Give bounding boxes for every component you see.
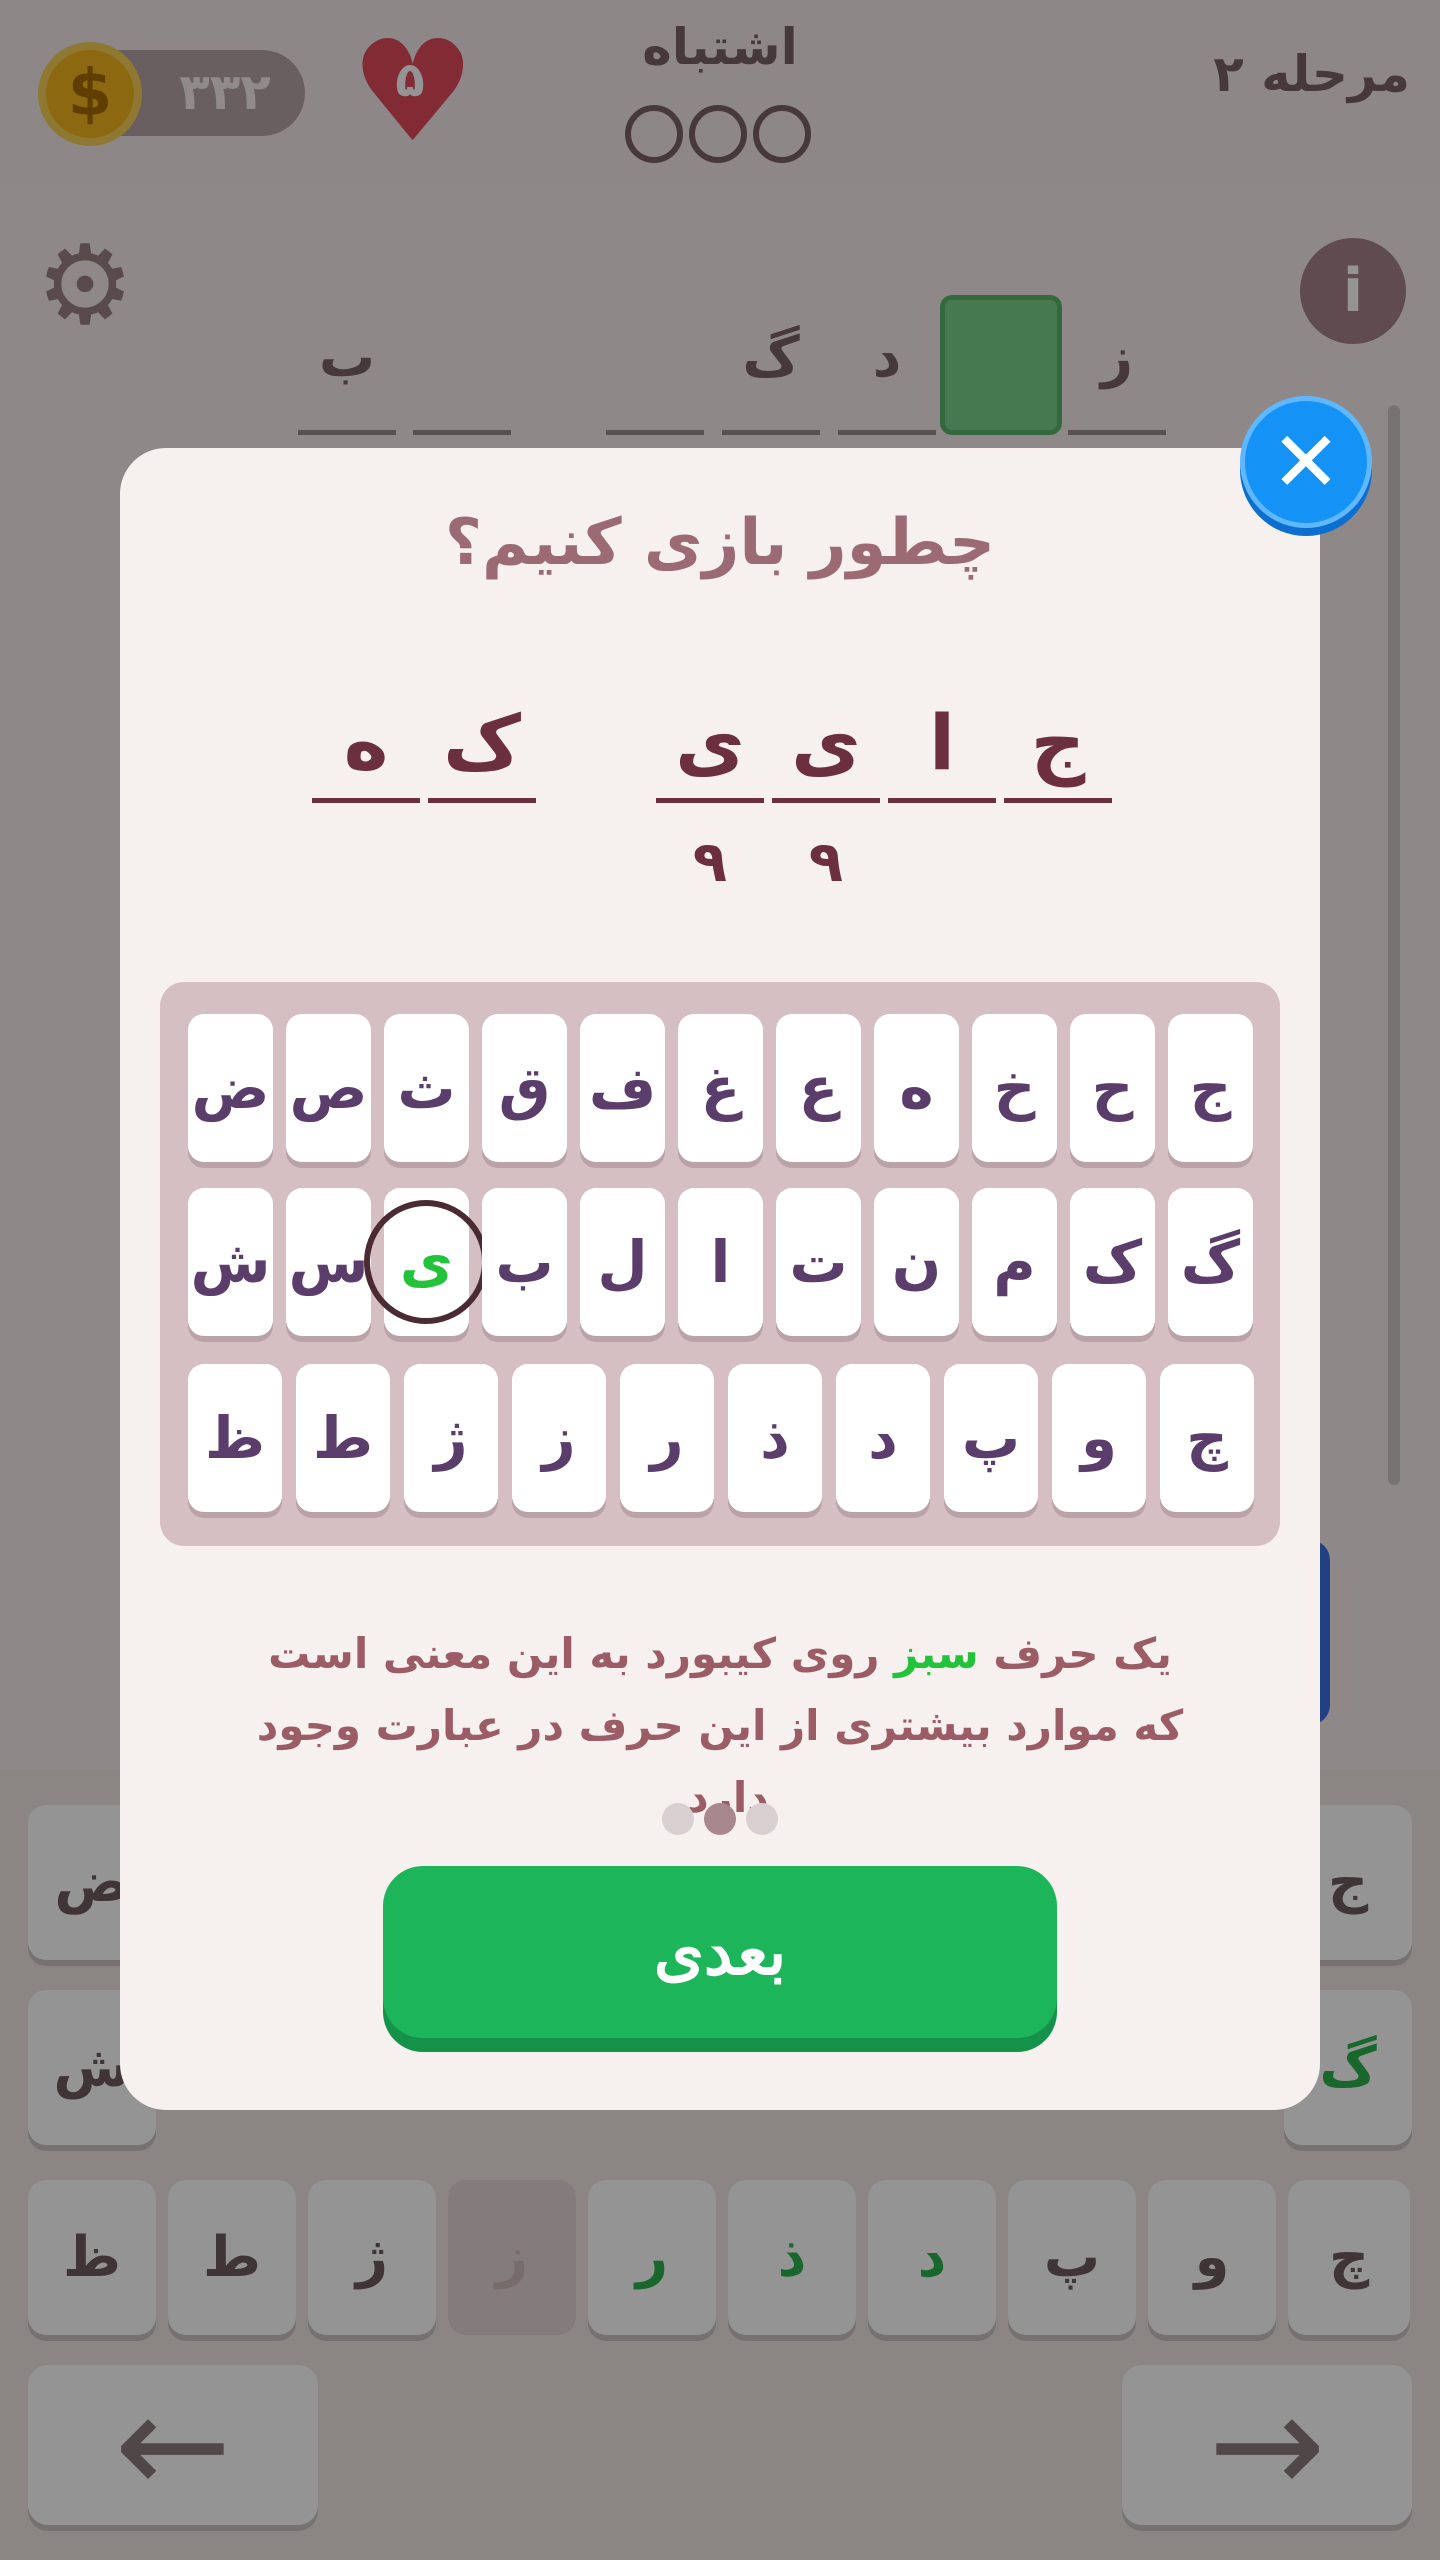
keyboard-key: د [836, 1364, 930, 1512]
example-number: ۹ [808, 830, 844, 895]
keyboard-key: ض [188, 1014, 273, 1162]
example-letter: ا [888, 693, 996, 803]
example-letter: ی [656, 693, 764, 803]
modal-title: چطور بازی کنیم؟ [444, 506, 996, 580]
highlight-ring [364, 1200, 488, 1324]
keyboard-key: ث [384, 1014, 469, 1162]
keyboard-key: ب [482, 1188, 567, 1336]
keyboard-key: و [1052, 1364, 1146, 1512]
keyboard-key: ج [1168, 1014, 1253, 1162]
page-indicator [120, 1803, 1320, 1843]
keyboard-key: خ [972, 1014, 1057, 1162]
keyboard-key: غ [678, 1014, 763, 1162]
next-button[interactable]: بعدی [383, 1866, 1057, 2038]
keyboard-key: ص [286, 1014, 371, 1162]
keyboard-key: م [972, 1188, 1057, 1336]
keyboard-key: ذ [728, 1364, 822, 1512]
keyboard-key: ه [874, 1014, 959, 1162]
keyboard-key: چ [1160, 1364, 1254, 1512]
example-keyboard: ض ص ث ق ف غ ع ه خ ح ج ش س ی ب ل ا ت ن م … [160, 982, 1280, 1546]
keyboard-key: گ [1168, 1188, 1253, 1336]
keyboard-key: ط [296, 1364, 390, 1512]
keyboard-key: ز [512, 1364, 606, 1512]
keyboard-key: ح [1070, 1014, 1155, 1162]
instruction-text-part: یک حرف [978, 1629, 1172, 1678]
page-dot [746, 1803, 778, 1835]
example-letter: ک [428, 693, 536, 803]
keyboard-key: س [286, 1188, 371, 1336]
keyboard-key: ک [1070, 1188, 1155, 1336]
keyboard-key: ظ [188, 1364, 282, 1512]
keyboard-key: ش [188, 1188, 273, 1336]
keyboard-key: ق [482, 1014, 567, 1162]
keyboard-key: ا [678, 1188, 763, 1336]
example-letter: ی [772, 693, 880, 803]
keyboard-key: ژ [404, 1364, 498, 1512]
instruction-text: یک حرف سبز روی کیبورد به این معنی است که… [240, 1618, 1200, 1822]
example-number: ۹ [692, 830, 728, 895]
keyboard-key: ر [620, 1364, 714, 1512]
keyboard-key: ل [580, 1188, 665, 1336]
keyboard-key: ن [874, 1188, 959, 1336]
close-icon[interactable]: ✕ [1240, 396, 1372, 528]
keyboard-key: ع [776, 1014, 861, 1162]
instruction-green-word: سبز [894, 1629, 979, 1678]
keyboard-key: پ [944, 1364, 1038, 1512]
page-dot-active [704, 1803, 736, 1835]
page-dot [662, 1803, 694, 1835]
keyboard-key: ت [776, 1188, 861, 1336]
keyboard-key: ف [580, 1014, 665, 1162]
example-letter: ه [312, 693, 420, 803]
how-to-play-modal: چطور بازی کنیم؟ ه ک ی ی ا ج ۹ ۹ ض ص ث ق … [120, 448, 1320, 2110]
example-letter: ج [1004, 693, 1112, 803]
